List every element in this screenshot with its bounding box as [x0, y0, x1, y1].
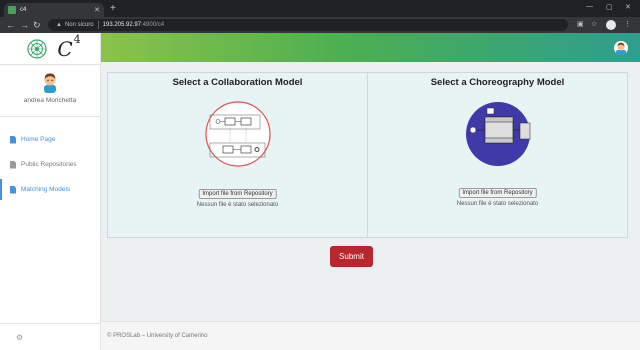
file-icon — [10, 185, 16, 194]
url-host: 193.205.92.97 — [102, 22, 142, 28]
tab-title: c4 — [20, 7, 27, 13]
main-content: Select a Collaboration Model Import file… — [101, 62, 640, 321]
file-icon — [10, 160, 16, 169]
maximize-icon[interactable]: ▢ — [606, 3, 613, 11]
separator — [97, 21, 99, 29]
brand-logo-icon — [27, 38, 47, 59]
sidebar-item-label: Public Repositories — [21, 161, 77, 168]
top-header — [101, 33, 640, 62]
choreography-import-button[interactable]: Import file from Repository — [458, 188, 537, 198]
settings-gear-icon[interactable]: ⚙ — [16, 333, 23, 342]
favicon-icon — [8, 6, 16, 14]
url-path: :4900/c4 — [141, 22, 165, 28]
browser-toolbar: ← → ↻ ▲ Non sicuro 193.205.92.97 :4900/c… — [0, 17, 640, 33]
translate-icon[interactable]: ▣ — [577, 20, 584, 28]
collaboration-panel: Select a Collaboration Model Import file… — [107, 72, 368, 238]
sidebar-item-home-page[interactable]: Home Page — [0, 127, 100, 152]
choreography-panel: Select a Choreography Model Import file … — [367, 72, 628, 238]
user-name: andrea Morichetta — [23, 97, 77, 104]
address-bar[interactable]: ▲ Non sicuro 193.205.92.97 :4900/c4 — [48, 19, 568, 31]
brand[interactable]: C4 — [0, 33, 100, 65]
avatar-icon — [616, 42, 626, 55]
bookmark-star-icon[interactable]: ☆ — [591, 20, 597, 28]
submit-button[interactable]: Submit — [330, 246, 373, 267]
browser-tab-strip: c4 ✕ + — ▢ ✕ — [0, 0, 640, 17]
browser-tab[interactable]: c4 ✕ — [4, 3, 104, 17]
user-menu-avatar[interactable] — [614, 41, 628, 55]
collaboration-import-button[interactable]: Import file from Repository — [198, 189, 277, 199]
collaboration-file-status: Nessun file è stato selezionato — [196, 202, 279, 208]
file-icon — [10, 135, 16, 144]
minimize-icon[interactable]: — — [586, 3, 593, 10]
browser-profile-icon[interactable] — [606, 20, 616, 30]
user-profile: andrea Morichetta — [0, 65, 100, 117]
sidebar-item-label: Matching Models — [21, 186, 71, 193]
choreography-file-status: Nessun file è stato selezionato — [456, 201, 539, 207]
warning-icon: ▲ — [56, 22, 62, 28]
avatar — [44, 73, 56, 93]
new-tab-button[interactable]: + — [110, 3, 116, 15]
footer-copyright: © PROSLab – University of Camerino — [107, 333, 208, 339]
choreography-title: Select a Choreography Model — [430, 77, 565, 88]
back-icon[interactable]: ← — [6, 19, 15, 31]
brand-superscript: 4 — [73, 32, 81, 46]
window-close-icon[interactable]: ✕ — [625, 3, 631, 11]
forward-icon[interactable]: → — [20, 19, 29, 31]
brand-letter: C — [57, 36, 73, 61]
tab-close-icon[interactable]: ✕ — [94, 6, 100, 14]
sidebar-item-matching-models[interactable]: Matching Models — [0, 177, 100, 202]
collaboration-title: Select a Collaboration Model — [172, 77, 303, 88]
page-footer: © PROSLab – University of Camerino — [101, 321, 640, 350]
sidebar-footer: ⚙ — [0, 323, 100, 350]
choreography-model-image — [465, 102, 530, 166]
reload-icon[interactable]: ↻ — [33, 19, 41, 31]
brand-name: C4 — [57, 33, 80, 61]
sidebar-item-public-repositories[interactable]: Public Repositories — [0, 152, 100, 177]
sidebar-nav: Home Page Public Repositories Matching M… — [0, 127, 100, 202]
not-secure-label: Non sicuro — [64, 22, 94, 28]
menu-kebab-icon[interactable]: ⋮ — [624, 20, 631, 28]
sidebar-item-label: Home Page — [21, 136, 56, 143]
sidebar: C4 andrea Morichetta Home Page Public Re… — [0, 33, 101, 350]
collaboration-model-image — [204, 101, 271, 167]
